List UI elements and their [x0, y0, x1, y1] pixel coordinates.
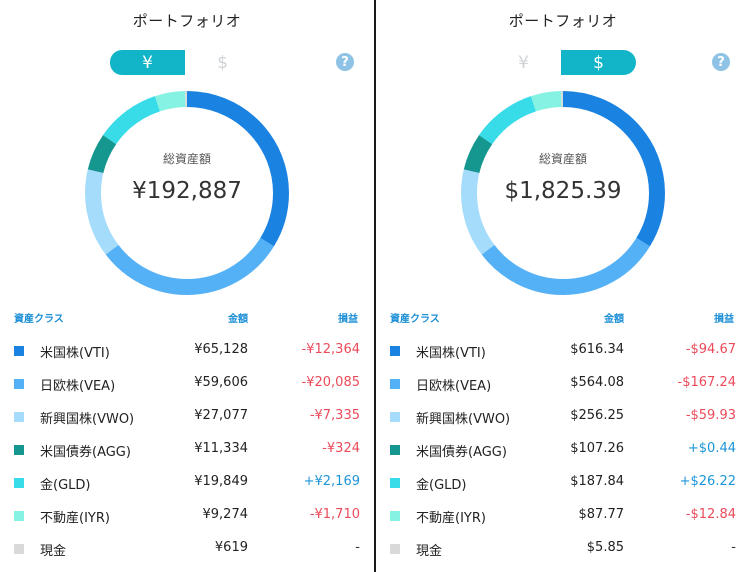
- asset-color-swatch: [390, 478, 400, 488]
- asset-amount: ¥65,128: [194, 342, 248, 357]
- asset-amount: $564.08: [570, 375, 624, 390]
- asset-profit-loss: -: [355, 540, 360, 555]
- asset-color-swatch: [390, 445, 400, 455]
- screen-title: ポートフォリオ: [508, 12, 618, 30]
- asset-profit-loss: -$94.67: [685, 342, 736, 357]
- yen-toggle-button[interactable]: ¥: [110, 50, 185, 75]
- asset-profit-loss: +¥2,169: [303, 474, 360, 489]
- total-assets-value: $1,825.39: [504, 178, 622, 204]
- currency-toggle[interactable]: ¥ $: [110, 50, 260, 75]
- usd-toggle-button[interactable]: $: [185, 50, 260, 75]
- asset-name: 新興国株(VWO): [416, 412, 511, 427]
- asset-profit-loss: -$59.93: [685, 408, 736, 423]
- asset-row[interactable]: 新興国株(VWO) ¥27,077 -¥7,335: [14, 400, 360, 433]
- asset-color-swatch: [390, 412, 400, 422]
- asset-row[interactable]: 現金 ¥619 -: [14, 532, 360, 565]
- header-asset-class: 資産クラス: [390, 314, 440, 325]
- total-assets-label: 総資産額: [538, 152, 587, 166]
- asset-row[interactable]: 日欧株(VEA) $564.08 -$167.24: [390, 367, 736, 400]
- asset-color-swatch: [390, 511, 400, 521]
- asset-row[interactable]: 米国債券(AGG) $107.26 +$0.44: [390, 433, 736, 466]
- header-amount: 金額: [604, 314, 624, 325]
- asset-color-swatch: [14, 412, 24, 422]
- asset-color-swatch: [14, 544, 24, 554]
- asset-amount: $256.25: [570, 408, 624, 423]
- asset-row[interactable]: 金(GLD) $187.84 +$26.22: [390, 466, 736, 499]
- asset-name: 現金: [40, 544, 67, 559]
- table-header: 資産クラス 金額 損益: [390, 310, 736, 325]
- asset-color-swatch: [14, 511, 24, 521]
- asset-row[interactable]: 米国株(VTI) $616.34 -$94.67: [390, 334, 736, 367]
- help-icon[interactable]: ?: [336, 53, 354, 71]
- portfolio-panel-yen: ポートフォリオ ¥ $ ? 総資産額 ¥192,887 資産クラス 金額 損益 …: [0, 0, 374, 572]
- asset-color-swatch: [390, 544, 400, 554]
- asset-name: 不動産(IYR): [416, 511, 486, 526]
- asset-name: 米国株(VTI): [416, 346, 486, 361]
- asset-profit-loss: -¥1,710: [309, 507, 360, 522]
- asset-list: 米国株(VTI) $616.34 -$94.67 日欧株(VEA) $564.08 -$1…: [390, 334, 736, 565]
- asset-list: 米国株(VTI) ¥65,128 -¥12,364 日欧株(VEA) ¥59,606 -¥…: [14, 334, 360, 565]
- yen-toggle-button[interactable]: ¥: [486, 50, 561, 75]
- asset-name: 金(GLD): [416, 478, 467, 493]
- asset-row[interactable]: 米国債券(AGG) ¥11,334 -¥324: [14, 433, 360, 466]
- asset-profit-loss: -¥7,335: [309, 408, 360, 423]
- header-asset-class: 資産クラス: [14, 314, 64, 325]
- asset-color-swatch: [390, 379, 400, 389]
- asset-color-swatch: [14, 379, 24, 389]
- screen-title: ポートフォリオ: [132, 12, 242, 30]
- asset-color-swatch: [390, 346, 400, 356]
- asset-profit-loss: -: [731, 540, 736, 555]
- asset-amount: ¥619: [214, 540, 248, 555]
- usd-toggle-button[interactable]: $: [561, 50, 636, 75]
- asset-name: 日欧株(VEA): [416, 379, 492, 394]
- asset-color-swatch: [14, 478, 24, 488]
- asset-amount: $5.85: [586, 540, 624, 555]
- asset-amount: ¥27,077: [194, 408, 248, 423]
- asset-name: 米国債券(AGG): [416, 445, 507, 460]
- asset-color-swatch: [14, 445, 24, 455]
- currency-toggle[interactable]: ¥ $: [486, 50, 636, 75]
- asset-profit-loss: +$26.22: [679, 474, 736, 489]
- table-header: 資産クラス 金額 損益: [14, 310, 360, 325]
- asset-amount: ¥19,849: [194, 474, 248, 489]
- help-icon[interactable]: ?: [712, 53, 730, 71]
- asset-row[interactable]: 日欧株(VEA) ¥59,606 -¥20,085: [14, 367, 360, 400]
- asset-profit-loss: -$167.24: [677, 375, 736, 390]
- asset-amount: ¥59,606: [194, 375, 248, 390]
- total-assets-value: ¥192,887: [132, 178, 242, 204]
- asset-name: 日欧株(VEA): [40, 379, 116, 394]
- asset-amount: $107.26: [570, 441, 624, 456]
- header-profit-loss: 損益: [338, 314, 358, 325]
- header-amount: 金額: [228, 314, 248, 325]
- asset-row[interactable]: 不動産(IYR) ¥9,274 -¥1,710: [14, 499, 360, 532]
- portfolio-panel-usd: ポートフォリオ ¥ $ ? 総資産額 $1,825.39 資産クラス 金額 損益…: [376, 0, 750, 572]
- asset-row[interactable]: 金(GLD) ¥19,849 +¥2,169: [14, 466, 360, 499]
- asset-row[interactable]: 不動産(IYR) $87.77 -$12.84: [390, 499, 736, 532]
- asset-profit-loss: +$0.44: [687, 441, 736, 456]
- asset-amount: ¥9,274: [202, 507, 249, 522]
- asset-row[interactable]: 米国株(VTI) ¥65,128 -¥12,364: [14, 334, 360, 367]
- asset-amount: $616.34: [570, 342, 624, 357]
- asset-name: 現金: [416, 544, 443, 559]
- asset-name: 不動産(IYR): [40, 511, 110, 526]
- asset-name: 新興国株(VWO): [40, 412, 135, 427]
- total-assets-label: 総資産額: [162, 152, 211, 166]
- asset-amount: ¥11,334: [194, 441, 248, 456]
- header-profit-loss: 損益: [714, 314, 734, 325]
- asset-row[interactable]: 現金 $5.85 -: [390, 532, 736, 565]
- asset-row[interactable]: 新興国株(VWO) $256.25 -$59.93: [390, 400, 736, 433]
- asset-profit-loss: -¥20,085: [301, 375, 360, 390]
- asset-profit-loss: -¥12,364: [301, 342, 360, 357]
- asset-amount: $87.77: [578, 507, 625, 522]
- asset-color-swatch: [14, 346, 24, 356]
- asset-name: 金(GLD): [40, 478, 91, 493]
- asset-amount: $187.84: [570, 474, 624, 489]
- asset-name: 米国株(VTI): [40, 346, 110, 361]
- asset-profit-loss: -$12.84: [685, 507, 736, 522]
- asset-profit-loss: -¥324: [322, 441, 360, 456]
- asset-name: 米国債券(AGG): [40, 445, 131, 460]
